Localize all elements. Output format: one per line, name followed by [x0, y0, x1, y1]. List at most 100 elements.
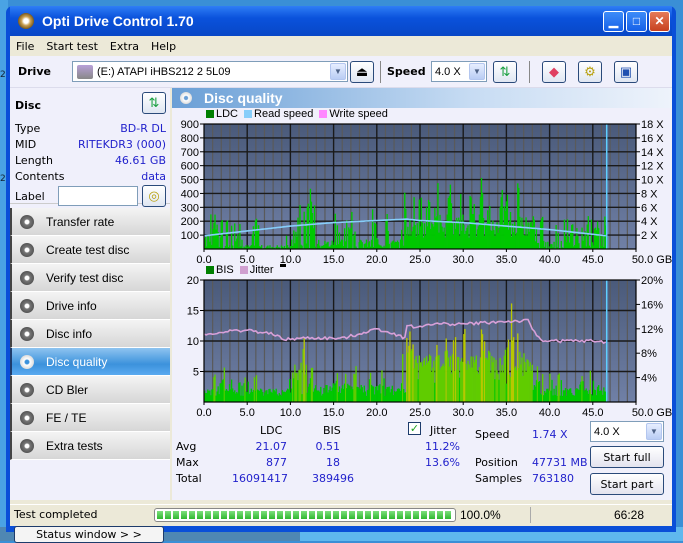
- y-left-tick-label: 100: [181, 230, 199, 242]
- disc-tool-icon: [20, 383, 34, 397]
- disc-refresh-button[interactable]: ⇅: [142, 92, 166, 114]
- sidebar-item-disc-quality[interactable]: Disc quality: [10, 348, 170, 376]
- disc-tool-icon: [20, 439, 34, 453]
- save-button[interactable]: ▣: [614, 61, 638, 83]
- sidebar-item-label: CD Bler: [46, 383, 88, 397]
- cd-icon: ◎: [148, 189, 159, 204]
- progress-segment: [285, 511, 291, 519]
- y-left-tick-label: 700: [181, 147, 199, 159]
- status-message: Test completed: [14, 508, 98, 521]
- y-right-tick-label: 8 X: [641, 188, 658, 200]
- progress-segment: [269, 511, 275, 519]
- disc-tool-icon: [20, 355, 34, 369]
- disc-contents-label: Contents: [15, 170, 64, 183]
- ldc-bar: [297, 218, 298, 249]
- ldc-bar: [231, 226, 232, 249]
- x-tick-label: 25.0: [409, 254, 430, 266]
- y-right-tick-label: 2 X: [641, 230, 658, 242]
- test-speed-value: 4.0 X: [594, 426, 620, 438]
- stats-total-label: Total: [176, 472, 202, 485]
- disc-length-label: Length: [15, 154, 53, 167]
- sidebar-item-extra-tests[interactable]: Extra tests: [10, 432, 170, 460]
- menu-start-test[interactable]: Start test: [46, 40, 98, 53]
- refresh-button[interactable]: ⇅: [493, 61, 517, 83]
- ldc-bar: [227, 221, 228, 249]
- disc-label-label: Label: [15, 190, 45, 203]
- x-tick-label: 15.0: [323, 254, 344, 266]
- sidebar-item-cd-bler[interactable]: CD Bler: [10, 376, 170, 404]
- legend-marker: [280, 264, 286, 267]
- disc-quality-panel: Disc quality LDC Read speed Write speed …: [172, 88, 672, 500]
- menu-help[interactable]: Help: [151, 40, 176, 53]
- menu-extra[interactable]: Extra: [110, 40, 139, 53]
- eject-button[interactable]: ⏏: [350, 61, 374, 83]
- sidebar-item-transfer-rate[interactable]: Transfer rate: [10, 208, 170, 236]
- progress-segment: [397, 511, 403, 519]
- disc-tool-icon: [20, 327, 34, 341]
- chevron-down-icon[interactable]: ▼: [330, 63, 346, 80]
- y-right-tick-label: 6 X: [641, 202, 658, 214]
- x-tick-label: 0.0: [196, 407, 211, 419]
- erase-button[interactable]: ◆: [542, 61, 566, 83]
- status-divider: [530, 507, 531, 523]
- jitter-checkbox[interactable]: ✓: [408, 422, 421, 435]
- ldc-bar: [308, 204, 309, 249]
- title-bar[interactable]: Opti Drive Control 1.70 ▁ □ ✕: [10, 6, 672, 36]
- progress-segment: [429, 511, 435, 519]
- progress-segment: [301, 511, 307, 519]
- speed-value: 4.0 X: [435, 66, 461, 78]
- progress-segment: [229, 511, 235, 519]
- client-area: File Start test Extra Help Drive (E:) AT…: [10, 36, 672, 526]
- menu-bar: File Start test Extra Help: [10, 36, 672, 56]
- progress-segment: [421, 511, 427, 519]
- disc-label-input[interactable]: [58, 186, 138, 206]
- y-right-tick-label: 12 X: [641, 161, 664, 173]
- eject-icon: ⏏: [356, 64, 368, 80]
- ldc-bar: [558, 233, 559, 249]
- start-full-button[interactable]: Start full: [590, 446, 664, 468]
- x-tick-label: 40.0: [539, 254, 560, 266]
- disc-label-button[interactable]: ◎: [142, 185, 166, 207]
- ldc-bar: [241, 240, 242, 249]
- legend-swatch-bis: [206, 266, 214, 274]
- sidebar-item-create-test-disc[interactable]: Create test disc: [10, 236, 170, 264]
- sidebar-item-fe-te[interactable]: FE / TE: [10, 404, 170, 432]
- sidebar-item-disc-info[interactable]: Disc info: [10, 320, 170, 348]
- progress-segment: [349, 511, 355, 519]
- y-left-tick-label: 600: [181, 161, 199, 173]
- ldc-bar: [210, 214, 211, 249]
- x-tick-label: 45.0: [582, 254, 603, 266]
- samples-label: Samples: [475, 472, 522, 485]
- stats-max-bis: 18: [312, 456, 340, 469]
- disc-tool-icon: [20, 299, 34, 313]
- x-tick-label: 15.0: [323, 407, 344, 419]
- chevron-down-icon[interactable]: ▼: [469, 63, 485, 80]
- minimize-button[interactable]: ▁: [603, 11, 624, 32]
- test-speed-select[interactable]: 4.0 X ▼: [590, 421, 664, 442]
- ldc-chart: 0.05.010.015.020.025.030.035.040.045.050…: [172, 118, 672, 278]
- status-window-button[interactable]: Status window > >: [14, 526, 164, 543]
- speed-select[interactable]: 4.0 X ▼: [431, 61, 487, 82]
- maximize-button[interactable]: □: [626, 11, 647, 32]
- sidebar-item-verify-test-disc[interactable]: Verify test disc: [10, 264, 170, 292]
- eraser-icon: ◆: [549, 64, 559, 80]
- start-part-button[interactable]: Start part: [590, 473, 664, 495]
- close-button[interactable]: ✕: [649, 11, 670, 32]
- y-right-tick-label: 20%: [641, 275, 663, 287]
- progress-segment: [333, 511, 339, 519]
- x-tick-label: 35.0: [496, 254, 517, 266]
- sidebar-item-label: Disc info: [46, 327, 92, 341]
- position-value: 47731 MB: [532, 456, 588, 469]
- drive-select[interactable]: (E:) ATAPI iHBS212 2 5L09 ▼: [72, 61, 348, 82]
- chevron-down-icon[interactable]: ▼: [646, 423, 662, 440]
- ldc-bar: [314, 205, 315, 249]
- toolbar-separator: [529, 61, 530, 83]
- progress-segment: [381, 511, 387, 519]
- progress-segment: [165, 511, 171, 519]
- menu-file[interactable]: File: [16, 40, 34, 53]
- progress-segment: [389, 511, 395, 519]
- settings-button[interactable]: ⚙: [578, 61, 602, 83]
- sidebar-item-drive-info[interactable]: Drive info: [10, 292, 170, 320]
- x-tick-label: 30.0: [452, 254, 473, 266]
- progress-segment: [205, 511, 211, 519]
